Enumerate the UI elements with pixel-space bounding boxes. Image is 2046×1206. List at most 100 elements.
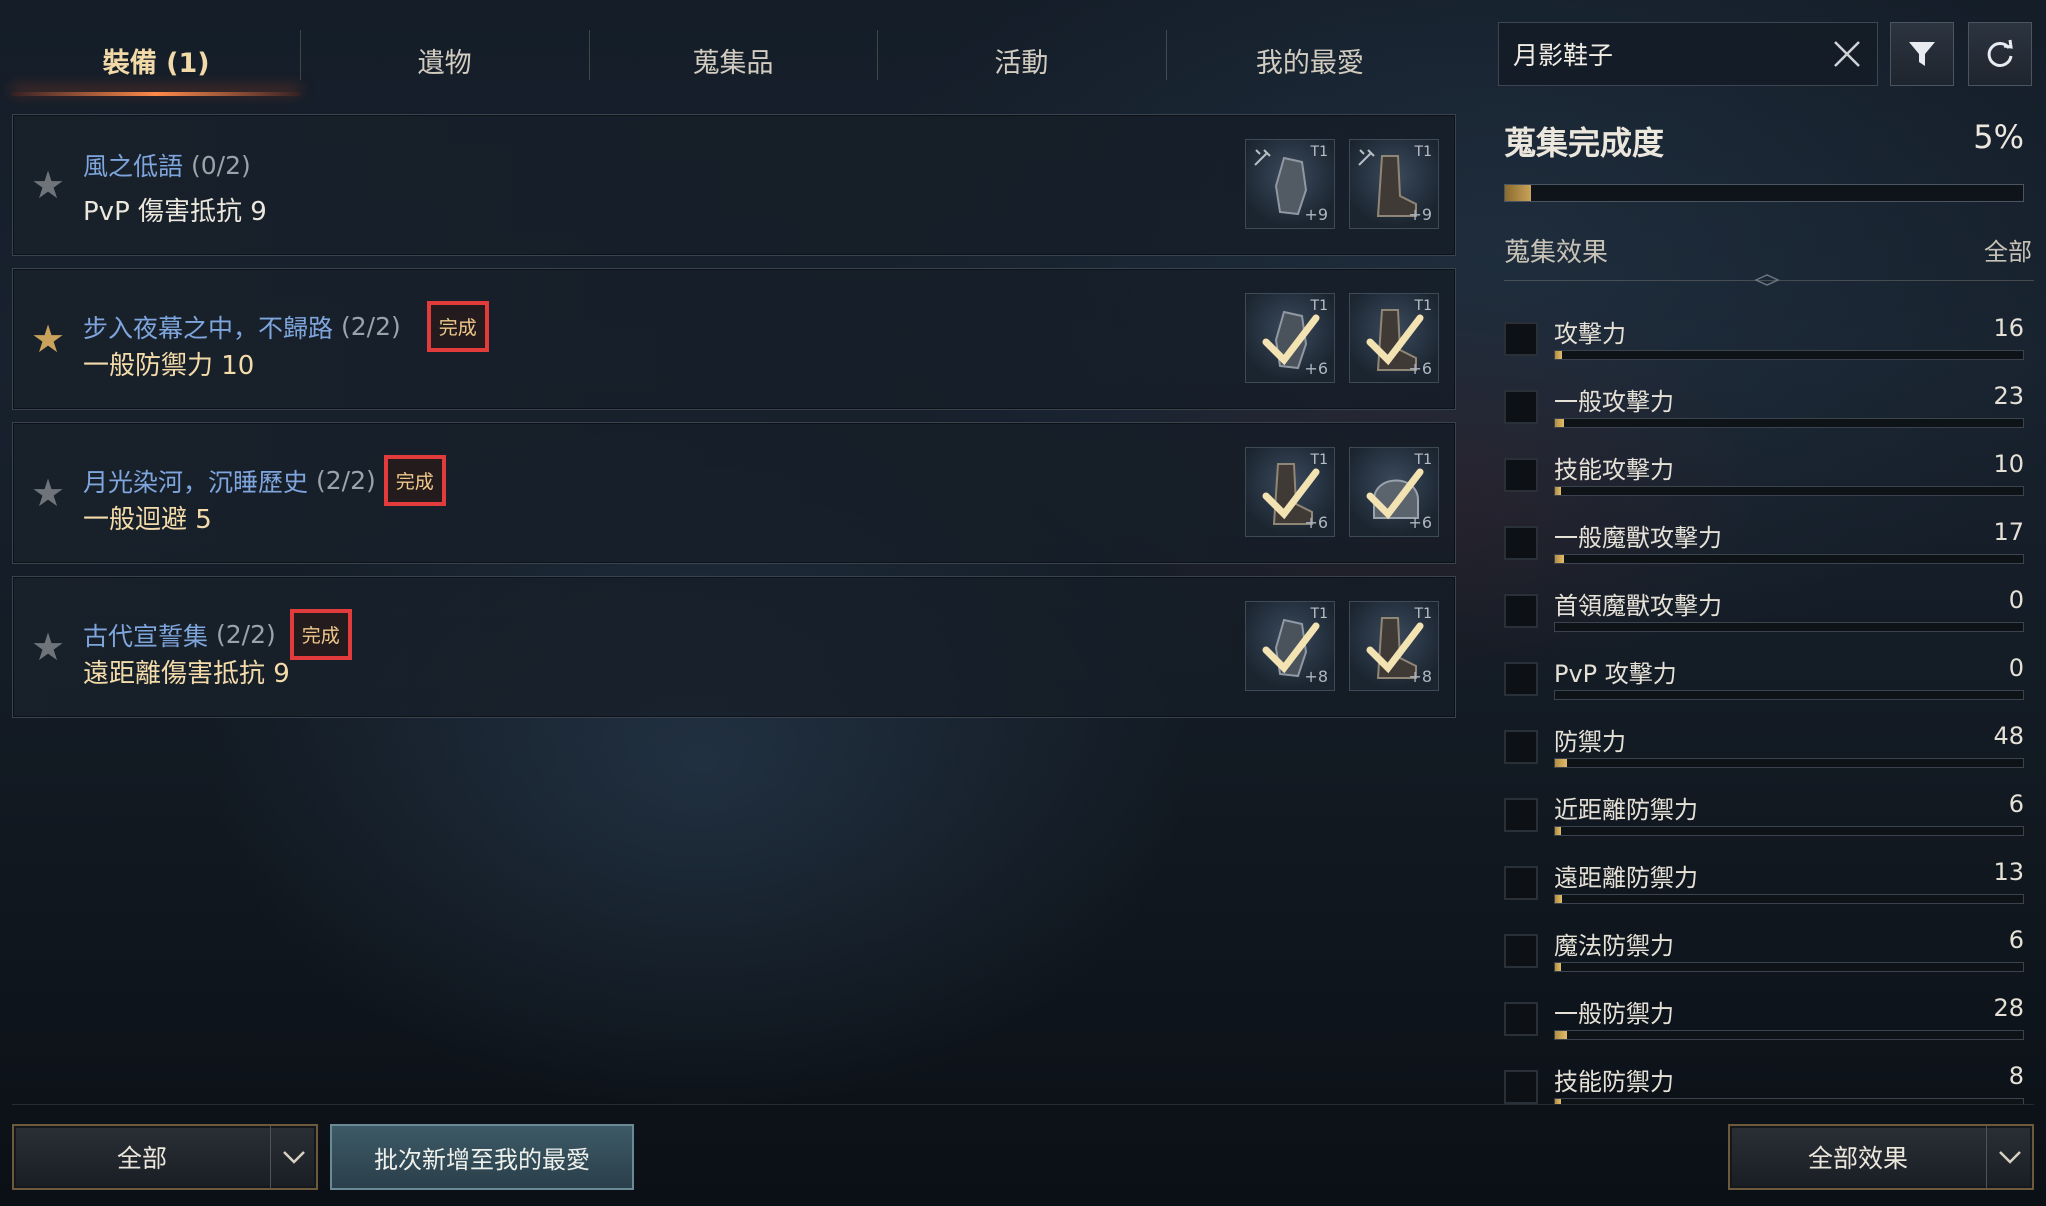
collection-name: 月光染河，沉睡歷史 <box>83 467 309 497</box>
item-slot[interactable]: T1 +6 <box>1349 447 1439 537</box>
effect-row[interactable]: 首領魔獸攻擊力 0 <box>1500 564 2030 632</box>
enhance-level: +6 <box>1408 359 1432 378</box>
effect-checkbox[interactable] <box>1504 594 1538 628</box>
effect-checkbox[interactable] <box>1504 798 1538 832</box>
effect-bar <box>1554 622 2024 632</box>
collection-row[interactable]: ★ 步入夜幕之中，不歸路 (2/2) 完成 一般防禦力 10 T1 +6 T1 … <box>12 268 1456 410</box>
filter-dropdown-label: 全部 <box>116 1144 167 1173</box>
effect-checkbox[interactable] <box>1504 730 1538 764</box>
tier-label: T1 <box>1310 298 1328 314</box>
search-box <box>1498 22 1878 86</box>
effect-row[interactable]: 魔法防禦力 6 <box>1500 904 2030 972</box>
effect-checkbox[interactable] <box>1504 934 1538 968</box>
item-slot[interactable]: T1 +6 <box>1349 293 1439 383</box>
effects-all-link[interactable]: 全部 <box>1984 232 2032 267</box>
effects-filter-dropdown[interactable]: 全部效果 <box>1728 1124 2034 1190</box>
effect-checkbox[interactable] <box>1504 458 1538 492</box>
chevron-down-icon <box>270 1126 316 1188</box>
item-slot[interactable]: T1 +6 <box>1245 447 1335 537</box>
effect-row[interactable]: 一般防禦力 28 <box>1500 972 2030 1040</box>
favorite-star-icon[interactable]: ★ <box>31 320 65 358</box>
effect-row[interactable]: 防禦力 48 <box>1500 700 2030 768</box>
collection-progress-bar <box>1504 184 2024 202</box>
effects-title: 蒐集效果 <box>1504 238 1609 268</box>
tier-label: T1 <box>1414 298 1432 314</box>
favorite-star-icon[interactable]: ★ <box>31 474 65 512</box>
tab-relics[interactable]: 遺物 <box>300 22 588 98</box>
filter-button[interactable] <box>1890 22 1954 86</box>
effect-value: 0 <box>2008 654 2024 682</box>
close-icon[interactable] <box>1830 36 1863 72</box>
effect-row[interactable]: 攻擊力 16 <box>1500 292 2030 360</box>
filter-dropdown[interactable]: 全部 <box>12 1124 318 1190</box>
collection-row[interactable]: ★ 風之低語 (0/2) PvP 傷害抵抗 9 T1 +9 T1 +9 <box>12 114 1456 256</box>
effect-checkbox[interactable] <box>1504 1070 1538 1104</box>
tab-equipment[interactable]: 裝備 (1) <box>12 22 301 98</box>
effects-list[interactable]: 攻擊力 16 一般攻擊力 23 技能攻擊力 10 一般魔獸攻擊力 17 首領魔獸攻擊力 0 PvP … <box>1500 292 2030 1104</box>
collection-stat: PvP 傷害抵抗 9 <box>83 197 267 227</box>
effect-bar <box>1554 486 2024 496</box>
collection-row[interactable]: ★ 月光染河，沉睡歷史 (2/2) 完成 一般迴避 5 T1 +6 T1 +6 <box>12 422 1456 564</box>
effect-bar <box>1554 962 2024 972</box>
effect-bar <box>1554 554 2024 564</box>
tab-events[interactable]: 活動 <box>877 22 1165 98</box>
tier-label: T1 <box>1310 144 1328 160</box>
effect-value: 23 <box>1993 382 2024 410</box>
item-slot[interactable]: T1 +8 <box>1349 601 1439 691</box>
effect-row[interactable]: PvP 攻擊力 0 <box>1500 632 2030 700</box>
enhance-level: +9 <box>1304 205 1328 224</box>
batch-add-favorites-button[interactable]: 批次新增至我的最愛 <box>330 1124 634 1190</box>
search-input[interactable] <box>1513 39 1830 69</box>
effect-checkbox[interactable] <box>1504 526 1538 560</box>
effect-value: 48 <box>1993 722 2024 750</box>
item-slot[interactable]: T1 +8 <box>1245 601 1335 691</box>
tab-collectibles[interactable]: 蒐集品 <box>588 22 877 98</box>
effect-checkbox[interactable] <box>1504 866 1538 900</box>
collection-progress: (0/2) <box>191 150 251 180</box>
collection-row[interactable]: ★ 古代宣誓集 (2/2) 完成 遠距離傷害抵抗 9 T1 +8 T1 +8 <box>12 576 1456 718</box>
collection-name: 步入夜幕之中，不歸路 <box>83 313 334 343</box>
refresh-button[interactable] <box>1968 22 2032 86</box>
effect-bar <box>1554 1030 2024 1040</box>
effect-checkbox[interactable] <box>1504 1002 1538 1036</box>
effect-name: 首領魔獸攻擊力 <box>1554 592 1722 620</box>
effect-row[interactable]: 一般攻擊力 23 <box>1500 360 2030 428</box>
tier-label: T1 <box>1414 606 1432 622</box>
effect-row[interactable]: 技能防禦力 8 <box>1500 1040 2030 1104</box>
favorite-star-icon[interactable]: ★ <box>31 166 65 204</box>
effect-row[interactable]: 技能攻擊力 10 <box>1500 428 2030 496</box>
collection-name: 風之低語 <box>83 152 184 181</box>
favorite-star-icon[interactable]: ★ <box>31 628 65 666</box>
effect-value: 0 <box>2008 586 2024 614</box>
effect-bar <box>1554 894 2024 904</box>
category-tabs: 裝備 (1) 遺物 蒐集品 活動 我的最愛 <box>12 22 1454 98</box>
tier-label: T1 <box>1310 452 1328 468</box>
effect-checkbox[interactable] <box>1504 390 1538 424</box>
enhance-level: +8 <box>1408 667 1432 686</box>
effect-row[interactable]: 一般魔獸攻擊力 17 <box>1500 496 2030 564</box>
effect-bar <box>1554 690 2024 700</box>
effect-name: 一般魔獸攻擊力 <box>1554 524 1722 552</box>
effects-filter-label: 全部效果 <box>1807 1144 1908 1173</box>
effect-row[interactable]: 遠距離防禦力 13 <box>1500 836 2030 904</box>
tier-label: T1 <box>1310 606 1328 622</box>
effect-bar-fill <box>1555 963 1561 971</box>
effect-checkbox[interactable] <box>1504 662 1538 696</box>
item-slot[interactable]: T1 +9 <box>1245 139 1335 229</box>
effect-bar-fill <box>1555 487 1561 495</box>
item-slot[interactable]: T1 +6 <box>1245 293 1335 383</box>
collection-progress-title: 蒐集完成度 <box>1504 124 1665 162</box>
collection-stat: 一般迴避 5 <box>83 505 212 535</box>
effect-row[interactable]: 近距離防禦力 6 <box>1500 768 2030 836</box>
divider <box>1504 274 2034 286</box>
tab-favorites[interactable]: 我的最愛 <box>1165 22 1454 98</box>
item-slot[interactable]: T1 +9 <box>1349 139 1439 229</box>
effect-bar <box>1554 826 2024 836</box>
tier-label: T1 <box>1414 144 1432 160</box>
tier-label: T1 <box>1414 452 1432 468</box>
collection-title: 風之低語 (0/2) <box>83 147 251 183</box>
collection-progress-percent: 5% <box>1973 118 2024 156</box>
effect-name: 一般防禦力 <box>1554 1000 1674 1028</box>
effect-checkbox[interactable] <box>1504 322 1538 356</box>
complete-badge: 完成 <box>289 609 352 660</box>
